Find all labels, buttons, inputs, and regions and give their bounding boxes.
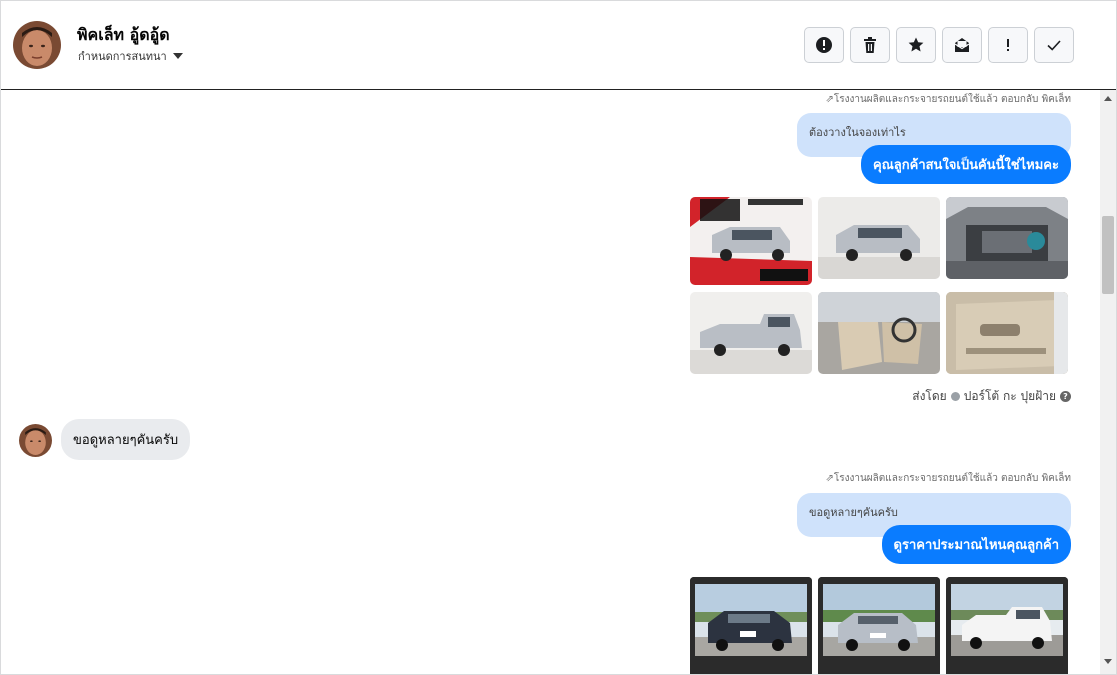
contact-avatar[interactable] — [13, 21, 61, 69]
reply-arrow-icon: ⇗ — [825, 473, 834, 484]
check-icon — [1047, 40, 1061, 51]
header-actions — [804, 27, 1074, 63]
delete-button[interactable] — [850, 27, 890, 63]
car-photo-thumbnail[interactable] — [690, 292, 812, 374]
car-photo-thumbnail[interactable] — [818, 197, 940, 279]
alert-circle-icon — [816, 37, 832, 53]
outgoing-message[interactable]: ดูราคาประมาณไหนคุณลูกค้า — [881, 525, 1071, 564]
incoming-message[interactable]: ขอดูหลายๆคันครับ — [61, 419, 191, 460]
reply-arrow-icon: ⇗ — [825, 94, 834, 105]
conversation-schedule-label: กำหนดการสนทนา — [78, 50, 167, 63]
scroll-down-arrow-icon[interactable] — [1104, 659, 1112, 664]
car-photo-thumbnail[interactable] — [690, 577, 812, 674]
sent-by-info: ส่งโดย ปอร์โต้ กะ ปุยฝ้าย ? — [912, 387, 1071, 406]
scrollbar-thumb[interactable] — [1102, 216, 1114, 294]
mark-important-button[interactable] — [988, 27, 1028, 63]
help-icon[interactable]: ? — [1060, 391, 1071, 402]
mark-done-button[interactable] — [1034, 27, 1074, 63]
vertical-scrollbar[interactable] — [1100, 90, 1116, 674]
sent-by-prefix: ส่งโดย — [912, 389, 947, 403]
exclamation-icon — [1007, 39, 1009, 51]
conversation-window: พิคเล็ท อู้ดอู้ด กำหนดการสนทนา ⇗โรงงานผล… — [0, 0, 1117, 675]
message-meta: ⇗โรงงานผลิตและกระจายรถยนต์ใช้แล้ว ตอบกลั… — [825, 473, 1071, 484]
car-photo-thumbnail[interactable] — [690, 197, 812, 285]
sender-avatar[interactable] — [19, 424, 52, 457]
sent-by-name[interactable]: ปอร์โต้ กะ ปุยฝ้าย — [964, 387, 1056, 406]
car-photo-thumbnail[interactable] — [818, 577, 940, 674]
caret-down-icon — [172, 53, 183, 59]
verified-dot-icon — [950, 392, 960, 401]
mail-icon — [954, 38, 970, 52]
car-photo-thumbnail[interactable] — [946, 292, 1068, 374]
outgoing-message[interactable]: คุณลูกค้าสนใจเป็นคันนี้ใช่ไหมคะ — [861, 145, 1071, 184]
star-icon — [908, 37, 924, 52]
car-photo-thumbnail[interactable] — [818, 292, 940, 374]
mark-spam-button[interactable] — [804, 27, 844, 63]
message-thread[interactable]: ⇗โรงงานผลิตและกระจายรถยนต์ใช้แล้ว ตอบกลั… — [1, 90, 1100, 674]
scroll-up-arrow-icon[interactable] — [1104, 96, 1112, 101]
contact-name: พิคเล็ท อู้ดอู้ด — [77, 25, 170, 44]
car-photo-thumbnail[interactable] — [946, 577, 1068, 674]
star-button[interactable] — [896, 27, 936, 63]
conversation-schedule-dropdown[interactable]: กำหนดการสนทนา — [78, 47, 183, 65]
mark-unread-button[interactable] — [942, 27, 982, 63]
message-meta: ⇗โรงงานผลิตและกระจายรถยนต์ใช้แล้ว ตอบกลั… — [825, 94, 1071, 105]
car-photo-thumbnail[interactable] — [946, 197, 1068, 279]
conversation-header: พิคเล็ท อู้ดอู้ด กำหนดการสนทนา — [1, 1, 1116, 90]
trash-icon — [864, 37, 876, 53]
